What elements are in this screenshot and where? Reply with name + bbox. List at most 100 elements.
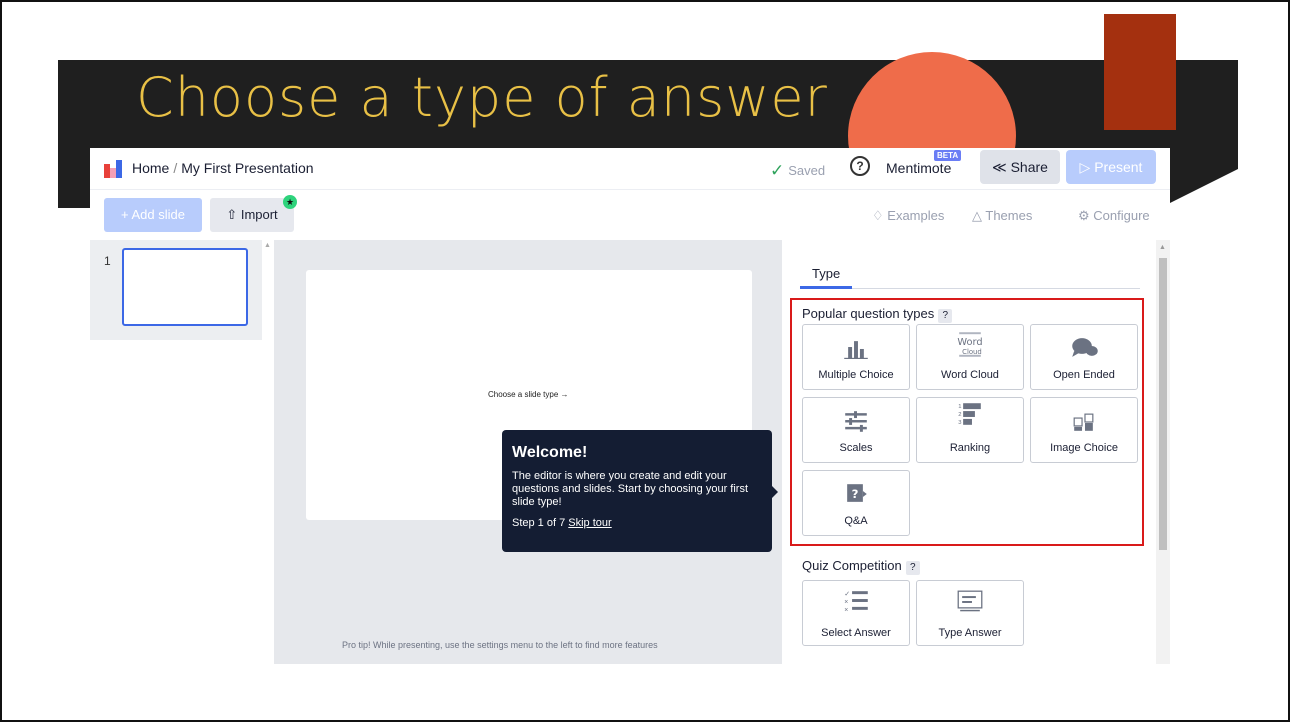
decorative-rectangle [1104,14,1176,130]
themes-icon: △ [972,208,986,223]
tour-step: Step 1 of 7 Skip tour [512,517,762,529]
card-label: Open Ended [1053,369,1115,381]
card-open-ended[interactable]: Open Ended [1030,324,1138,390]
arrow-right-icon: → [560,390,569,399]
bar-chart-icon [844,341,868,359]
top-bar: Home / My First Presentation ✓ Saved ? Ment… [90,148,1170,190]
card-multiple-choice[interactable]: Multiple Choice [802,324,910,390]
type-answer-icon [957,590,983,612]
scroll-up-icon[interactable]: ▲ [1159,244,1166,251]
configure-label: Configure [1093,208,1150,223]
choose-slide-hint-label: Choose a slide type [488,390,559,399]
svg-text:3: 3 [958,420,962,426]
card-label: Scales [839,442,873,454]
configure-button[interactable]: ⚙ Configure [1078,208,1150,224]
tour-title: Welcome! [512,444,588,461]
skip-tour-link[interactable]: Skip tour [568,517,611,529]
ranking-icon: 1 2 3 [958,403,981,426]
image-choice-icon [1073,413,1094,431]
card-label: Word Cloud [941,369,999,381]
share-icon: ≪ [992,159,1011,175]
sliders-icon [845,411,867,432]
scrollbar-thumb[interactable] [1159,258,1167,550]
themes-label: Themes [985,208,1033,223]
card-select-answer[interactable]: ✓ × × Select Answer [802,580,910,646]
tab-type[interactable]: Type [812,266,840,281]
panel-scrollbar[interactable]: ▲ [1156,240,1170,664]
help-icon[interactable]: ? [905,561,920,575]
slide-type-panel: Type Popular question types? Multiple Ch… [782,240,1156,664]
qa-icon: ? [847,484,867,502]
quiz-competition-title: Quiz Competition? [802,558,920,575]
card-ranking[interactable]: 1 2 3 Ranking [916,397,1024,463]
help-icon[interactable]: ? [938,309,953,323]
tour-pointer [772,486,778,498]
presentation-title[interactable]: My First Presentation [181,160,313,176]
svg-text:2: 2 [958,412,961,418]
tour-body: The editor is where you create and edit … [512,470,749,508]
tour-step-count: Step 1 of 7 [512,517,566,529]
card-label: Q&A [844,515,868,527]
speech-bubbles-icon [1072,338,1098,357]
play-icon: ▷ [1079,159,1095,175]
card-label: Type Answer [938,627,1002,639]
present-button[interactable]: ▷ Present [1066,150,1156,184]
word-cloud-icon: WordCloud [957,332,983,357]
card-label: Select Answer [821,627,891,639]
beta-badge: BETA [934,150,962,161]
present-label: Present [1094,159,1143,175]
thumbnail-scrollbar[interactable]: ▲ [262,240,274,664]
breadcrumb: Home / My First Presentation [132,160,318,176]
card-image-choice[interactable]: Image Choice [1030,397,1138,463]
check-icon: ✓ [770,161,785,180]
star-badge-icon: ★ [283,195,297,209]
tab-active-indicator [800,286,852,289]
slide-thumbnails: 1 [90,240,262,340]
pro-tip: Pro tip! While presenting, use the setti… [342,640,658,650]
upload-icon: ⇧ [226,207,241,222]
card-label: Image Choice [1050,442,1118,454]
toolbar: + Add slide ⇧ Import ★ ♢ Examples △ Them… [90,190,1170,240]
mentimote-button[interactable]: Mentimote [886,160,951,176]
saved-status: ✓ Saved [770,160,825,180]
svg-text:1: 1 [958,404,961,410]
examples-label: Examples [887,208,945,223]
card-scales[interactable]: Scales [802,397,910,463]
thumbnail-number: 1 [104,254,111,268]
card-label: Ranking [949,442,991,454]
card-label: Multiple Choice [818,369,894,381]
share-label: Share [1010,159,1048,175]
card-qa[interactable]: ? Q&A [802,470,910,536]
svg-text:Cloud: Cloud [962,348,982,356]
import-button[interactable]: ⇧ Import [210,198,294,232]
thumbnail-empty-area [90,340,262,664]
svg-text:?: ? [852,487,859,501]
svg-text:×: × [844,607,848,613]
svg-text:×: × [844,599,848,606]
select-answer-icon: ✓×× [844,591,868,613]
breadcrumb-separator: / [173,160,178,176]
choose-slide-hint: Choose a slide type → [488,390,569,399]
themes-button[interactable]: △ Themes [972,208,1032,224]
card-word-cloud[interactable]: Word Cloud Word Cloud [916,324,1024,390]
share-button[interactable]: ≪ Share [980,150,1060,184]
popular-title-text: Popular question types [802,306,935,321]
import-label: Import [240,207,278,222]
welcome-tour-popup: Welcome! The editor is where you create … [502,430,772,552]
card-type-answer[interactable]: Type Answer [916,580,1024,646]
svg-text:Word: Word [957,337,982,348]
svg-text:✓: ✓ [844,591,850,598]
add-slide-button[interactable]: + Add slide [104,198,202,232]
help-icon[interactable]: ? [850,156,870,176]
examples-button[interactable]: ♢ Examples [872,208,944,224]
lightbulb-icon: ♢ [872,208,888,223]
slide-thumbnail[interactable] [122,248,248,326]
saved-label: Saved [788,163,826,178]
slide-title: Choose a type of answer [136,66,828,129]
quiz-title-text: Quiz Competition [802,558,902,573]
gear-icon: ⚙ [1078,208,1094,223]
mentimeter-logo-icon[interactable] [104,160,122,178]
breadcrumb-home[interactable]: Home [132,160,169,176]
popular-question-types-title: Popular question types? [802,306,953,323]
mentimeter-editor: Home / My First Presentation ✓ Saved ? Ment… [90,148,1170,664]
